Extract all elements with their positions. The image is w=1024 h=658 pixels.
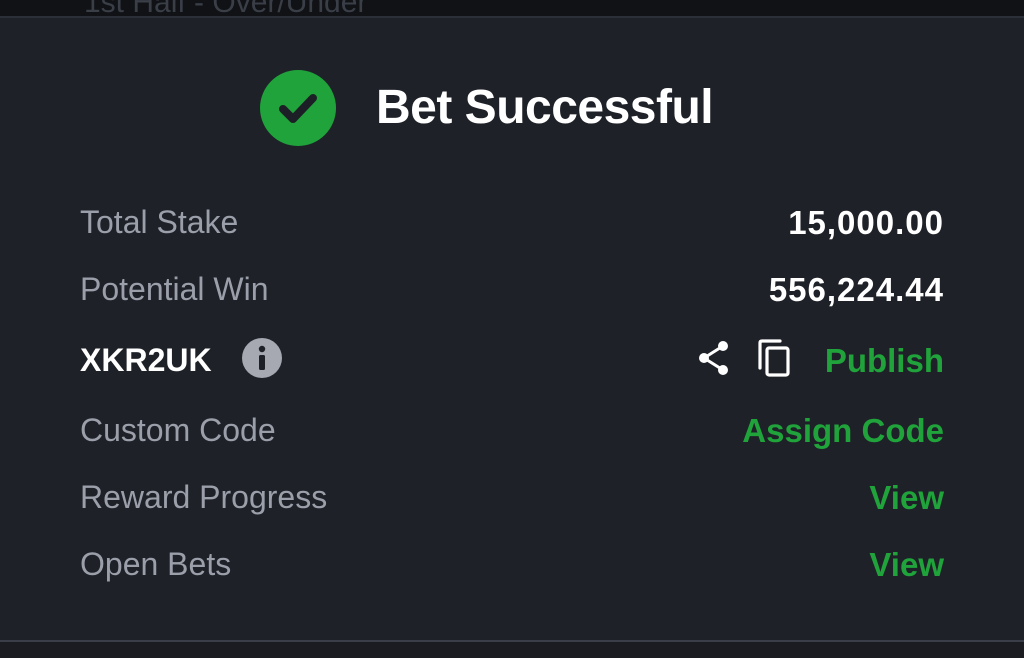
potential-win-value: 556,224.44 (768, 271, 944, 308)
background-market-header: 1st Half - Over/Under (0, 0, 1024, 18)
total-stake-value: 15,000.00 (788, 204, 944, 241)
booking-code: XKR2UK (80, 342, 212, 378)
assign-code-button[interactable]: Assign Code (742, 412, 944, 450)
share-icon[interactable] (694, 338, 734, 378)
potential-win-row: Potential Win 556,224.44 (80, 263, 944, 311)
reward-progress-row: Reward Progress View (80, 471, 944, 519)
dialog-title: Bet Successful (376, 81, 714, 134)
footer-area (0, 642, 1024, 658)
check-circle-icon (260, 70, 336, 146)
dialog-header: Bet Successful (0, 70, 1024, 150)
open-bets-view-button[interactable]: View (869, 546, 944, 584)
open-bets-label: Open Bets (80, 546, 232, 582)
total-stake-label: Total Stake (80, 204, 239, 240)
reward-progress-view-button[interactable]: View (869, 479, 944, 517)
custom-code-row: Custom Code Assign Code (80, 404, 944, 452)
custom-code-label: Custom Code (80, 412, 276, 448)
booking-code-row: XKR2UK Publish (80, 334, 944, 382)
reward-progress-label: Reward Progress (80, 479, 328, 515)
potential-win-label: Potential Win (80, 271, 269, 307)
total-stake-row: Total Stake 15,000.00 (80, 196, 944, 244)
open-bets-row: Open Bets View (80, 538, 944, 586)
publish-button[interactable]: Publish (825, 342, 944, 380)
info-icon[interactable] (242, 338, 282, 378)
copy-icon[interactable] (754, 338, 794, 378)
